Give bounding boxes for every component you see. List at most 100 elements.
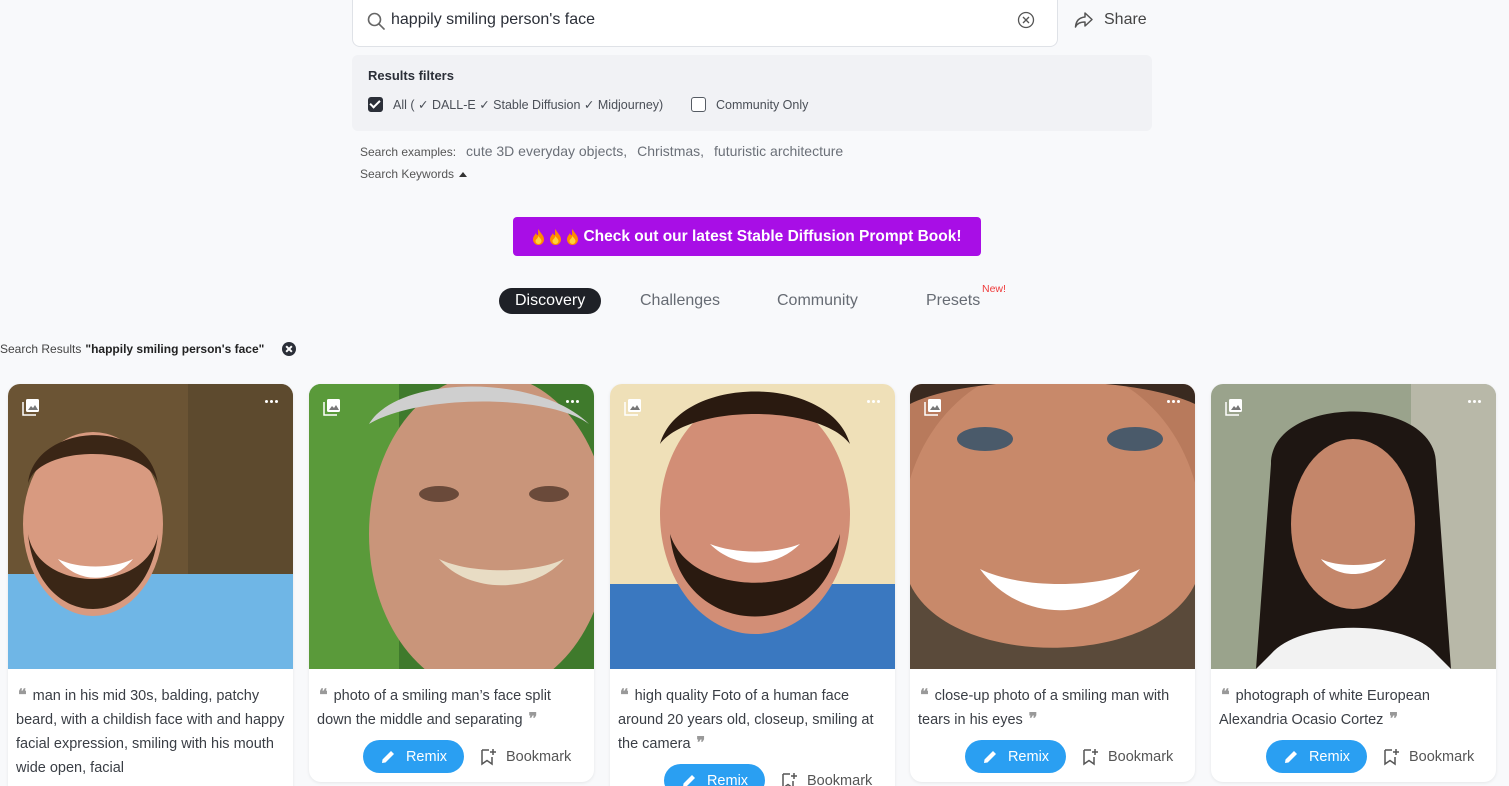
filter-all[interactable]: All ( ✓ DALL-E ✓ Stable Diffusion ✓ Midj… [368, 97, 663, 112]
remix-button[interactable]: Remix [664, 764, 765, 786]
new-badge: New! [982, 283, 1006, 295]
bookmark-label: Bookmark [807, 772, 873, 786]
result-card[interactable]: ❝ high quality Foto of a human face aroun… [610, 384, 895, 786]
tab-community[interactable]: Community [777, 292, 858, 310]
tabs: Discovery Challenges Community Presets [0, 286, 1509, 318]
search-examples: Search examples: cute 3D everyday object… [360, 143, 843, 159]
fire-icon [567, 228, 579, 245]
fire-icon [550, 228, 562, 245]
results-query: "happily smiling person's face" [85, 342, 265, 356]
bookmark-add-icon [1083, 748, 1098, 765]
result-image[interactable] [610, 384, 895, 669]
bookmark-button[interactable]: Bookmark [480, 748, 571, 766]
filter-all-label: All ( ✓ DALL-E ✓ Stable Diffusion ✓ Midj… [393, 98, 664, 112]
more-options-icon[interactable] [867, 400, 880, 403]
search-keywords-toggle[interactable]: Search Keywords [360, 167, 468, 181]
pencil-icon [1284, 750, 1297, 763]
share-icon [1074, 12, 1093, 28]
tab-discovery[interactable]: Discovery [499, 288, 602, 314]
share-button[interactable]: Share [1074, 8, 1147, 32]
tab-presets[interactable]: Presets [926, 292, 980, 310]
bookmark-label: Bookmark [506, 748, 572, 765]
remix-button[interactable]: Remix [1266, 740, 1367, 773]
result-image-art [610, 384, 895, 669]
card-actions: Remix Bookmark [965, 740, 1173, 773]
results-filters: Results filters All ( ✓ DALL-E ✓ Stable … [352, 55, 1152, 131]
result-card[interactable]: ❝ photograph of white European Alexandria… [1211, 384, 1496, 782]
result-image-art [309, 384, 594, 669]
example-link[interactable]: cute 3D everyday objects, [466, 143, 627, 159]
prompt-text: ❝ man in his mid 30s, balding, patchy bea… [16, 687, 285, 776]
result-image[interactable] [309, 384, 594, 669]
gallery-icon [924, 399, 941, 416]
examples-label: Search examples: [360, 145, 457, 159]
tab-challenges[interactable]: Challenges [640, 292, 720, 310]
prompt-text-value: man in his mid 30s, balding, patchy bear… [16, 688, 285, 776]
search-icon [367, 12, 385, 30]
caret-up-icon [459, 171, 468, 177]
filter-community-checkbox[interactable] [691, 97, 706, 112]
bookmark-add-icon [481, 748, 496, 765]
fire-icon [533, 228, 545, 245]
more-options-icon[interactable] [265, 400, 278, 403]
more-options-icon[interactable] [1468, 400, 1481, 403]
results-prefix: Search Results [0, 342, 82, 356]
filter-community-only[interactable]: Community Only [691, 97, 808, 112]
result-image-art [910, 384, 1195, 669]
result-image[interactable] [1211, 384, 1496, 669]
remix-label: Remix [405, 748, 448, 765]
result-card[interactable]: ❝ photo of a smiling man’s face split dow… [309, 384, 594, 782]
result-image-art [8, 384, 293, 669]
filter-community-label: Community Only [716, 97, 809, 112]
search-bar[interactable]: happily smiling person's face [352, 0, 1058, 47]
clear-search-icon[interactable] [1017, 11, 1035, 29]
result-image[interactable] [910, 384, 1195, 669]
search-results-line: Search Results "happily smiling person's… [0, 342, 297, 356]
prompt-text: ❝ photograph of white European Alexandria… [1219, 687, 1430, 728]
remix-button[interactable]: Remix [363, 740, 464, 773]
card-actions: Remix Bookmark [363, 740, 571, 773]
remix-label: Remix [706, 772, 749, 786]
remix-button[interactable]: Remix [965, 740, 1066, 773]
example-link[interactable]: futuristic architecture [714, 143, 843, 159]
filters-title: Results filters [368, 68, 454, 83]
filter-all-checkbox[interactable] [368, 97, 383, 112]
bookmark-button[interactable]: Bookmark [1082, 748, 1173, 766]
prompt-text-value: photograph of white European Alexandria … [1219, 688, 1430, 728]
prompt-text-value: close-up photo of a smiling man with tea… [918, 688, 1170, 728]
bookmark-add-icon [1384, 748, 1399, 765]
bookmark-button[interactable]: Bookmark [781, 772, 872, 786]
more-options-icon[interactable] [1167, 400, 1180, 403]
bookmark-add-icon [782, 772, 797, 786]
gallery-icon [624, 399, 641, 416]
pencil-icon [683, 774, 695, 786]
result-image[interactable] [8, 384, 293, 669]
example-link[interactable]: Christmas, [637, 143, 704, 159]
card-actions: Remix Bookmark [1266, 740, 1474, 773]
bookmark-button[interactable]: Bookmark [1383, 748, 1474, 766]
result-image-art [1211, 384, 1496, 669]
result-card[interactable]: ❝ man in his mid 30s, balding, patchy bea… [8, 384, 293, 786]
gallery-icon [323, 399, 340, 416]
remix-label: Remix [1308, 748, 1351, 765]
search-input[interactable]: happily smiling person's face [391, 11, 595, 29]
bookmark-label: Bookmark [1108, 748, 1174, 765]
prompt-text: ❝ close-up photo of a smiling man with te… [918, 687, 1170, 728]
prompt-book-button[interactable]: Check out our latest Stable Diffusion Pr… [513, 217, 981, 256]
clear-results-icon[interactable] [282, 342, 297, 356]
keywords-label: Search Keywords [360, 167, 455, 181]
prompt-text-value: high quality Foto of a human face around… [618, 688, 874, 752]
gallery-icon [1225, 399, 1242, 416]
result-card[interactable]: ❝ close-up photo of a smiling man with te… [910, 384, 1195, 782]
card-actions: Remix Bookmark [664, 764, 872, 786]
prompt-book-label: Check out our latest Stable Diffusion Pr… [583, 227, 962, 245]
bookmark-label: Bookmark [1409, 748, 1475, 765]
pencil-icon [983, 750, 996, 763]
prompt-text: ❝ high quality Foto of a human face aroun… [618, 687, 874, 752]
pencil-icon [381, 750, 394, 763]
gallery-icon [22, 399, 39, 416]
prompt-text-value: photo of a smiling man’s face split down… [317, 688, 551, 728]
remix-label: Remix [1007, 748, 1050, 765]
more-options-icon[interactable] [566, 400, 579, 403]
prompt-text: ❝ photo of a smiling man’s face split dow… [317, 687, 551, 728]
